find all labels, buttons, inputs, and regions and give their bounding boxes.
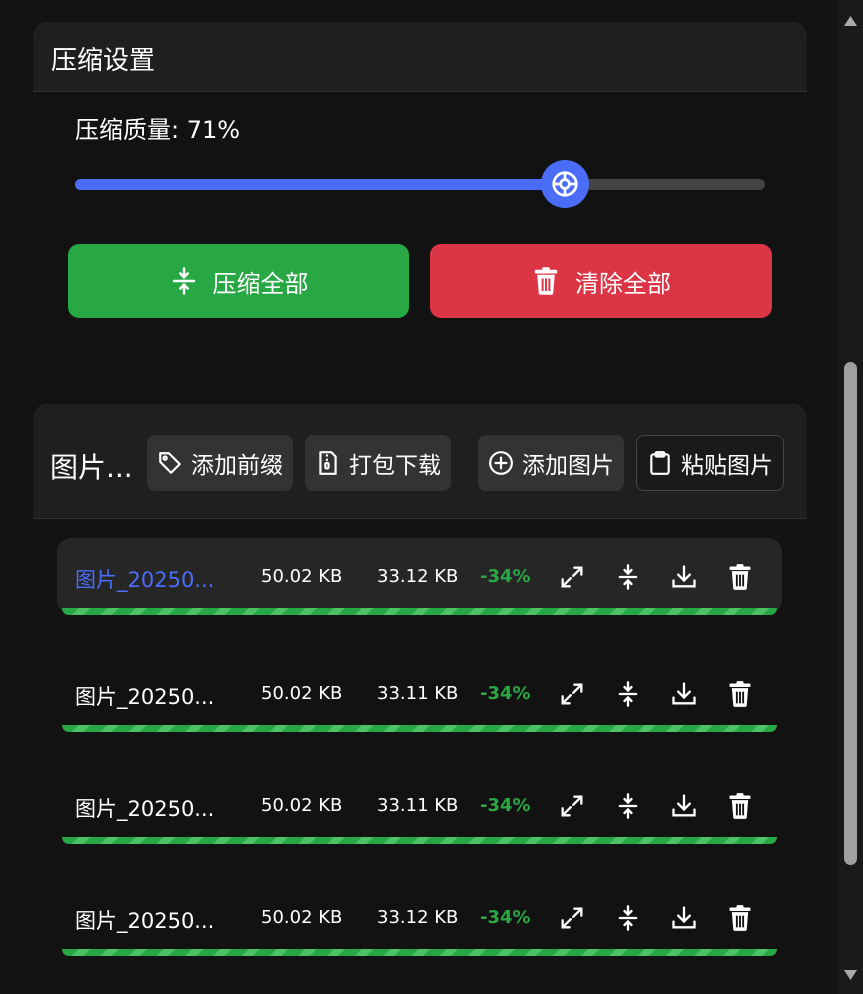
clipboard-icon (650, 451, 670, 475)
compress-button[interactable] (613, 903, 643, 933)
download-icon (672, 794, 696, 817)
expand-icon (561, 566, 583, 588)
app-frame: 压缩设置 压缩质量: 71% 压缩全部 清除全部 图片... 添加前缀 打包下载… (0, 0, 838, 994)
expand-icon (561, 683, 583, 705)
download-button[interactable] (669, 903, 699, 933)
quality-label: 压缩质量: 71% (75, 116, 241, 144)
compress-all-label: 压缩全部 (212, 269, 309, 298)
trash-button[interactable] (725, 679, 755, 709)
compressed-size: 33.11 KB (377, 795, 459, 816)
download-icon (672, 682, 696, 705)
compressed-size: 33.12 KB (377, 566, 459, 587)
size-change-percent: -34% (480, 566, 531, 587)
download-button[interactable] (669, 562, 699, 592)
quality-slider-fill (75, 179, 565, 190)
compress-button[interactable] (613, 679, 643, 709)
row-progress-bar (62, 608, 777, 615)
lifebuoy-icon (552, 171, 578, 197)
size-change-percent: -34% (480, 683, 531, 704)
clear-all-label: 清除全部 (575, 269, 671, 298)
scroll-up-arrow-icon[interactable] (843, 14, 858, 28)
trash-icon (729, 681, 751, 707)
image-name[interactable]: 图片_20250... (75, 793, 214, 823)
expand-button[interactable] (557, 903, 587, 933)
trash-button[interactable] (725, 791, 755, 821)
zip-download-label: 打包下载 (349, 453, 441, 479)
trash-icon (729, 793, 751, 819)
size-change-percent: -34% (480, 907, 531, 928)
add-image-button[interactable]: 添加图片 (478, 435, 624, 491)
row-progress-bar (62, 725, 777, 732)
trash-icon (729, 905, 751, 931)
quality-slider-thumb[interactable] (540, 160, 589, 208)
scrollbar-thumb[interactable] (844, 362, 857, 865)
paste-image-button[interactable]: 粘贴图片 (636, 435, 784, 491)
settings-title: 压缩设置 (51, 46, 156, 76)
expand-button[interactable] (557, 562, 587, 592)
image-list-header: 图片... 添加前缀 打包下载 添加图片 粘贴图片 (33, 404, 807, 519)
add-prefix-button[interactable]: 添加前缀 (147, 435, 293, 491)
size-change-percent: -34% (480, 795, 531, 816)
scrollbar[interactable] (838, 0, 863, 994)
compressed-size: 33.11 KB (377, 683, 459, 704)
compressed-size: 33.12 KB (377, 907, 459, 928)
download-icon (672, 565, 696, 588)
image-list-title: 图片... (50, 451, 133, 484)
add-image-label: 添加图片 (522, 453, 614, 479)
compress-icon (618, 793, 638, 819)
add-prefix-label: 添加前缀 (191, 453, 283, 479)
image-row[interactable]: 图片_20250... 50.02 KB 33.12 KB -34% (57, 879, 782, 956)
image-row[interactable]: 图片_20250... 50.02 KB 33.11 KB -34% (57, 655, 782, 732)
expand-button[interactable] (557, 791, 587, 821)
plus-circle-icon (489, 451, 513, 475)
image-name[interactable]: 图片_20250... (75, 564, 214, 594)
compress-icon (618, 564, 638, 590)
expand-icon (561, 907, 583, 929)
image-row[interactable]: 图片_20250... 50.02 KB 33.11 KB -34% (57, 767, 782, 844)
original-size: 50.02 KB (261, 795, 343, 816)
image-name[interactable]: 图片_20250... (75, 905, 214, 935)
trash-button[interactable] (725, 903, 755, 933)
scroll-down-arrow-icon[interactable] (843, 968, 858, 982)
download-button[interactable] (669, 679, 699, 709)
expand-icon (561, 795, 583, 817)
settings-panel-header: 压缩设置 (33, 22, 807, 92)
tag-icon (159, 452, 181, 474)
compress-icon (618, 681, 638, 707)
image-name[interactable]: 图片_20250... (75, 681, 214, 711)
trash-icon (534, 267, 558, 295)
original-size: 50.02 KB (261, 683, 343, 704)
zip-download-button[interactable]: 打包下载 (305, 435, 451, 491)
compress-icon (172, 267, 195, 295)
quality-slider[interactable] (75, 160, 765, 208)
trash-icon (729, 564, 751, 590)
zip-file-icon (319, 451, 337, 475)
paste-image-label: 粘贴图片 (681, 453, 773, 479)
download-button[interactable] (669, 791, 699, 821)
expand-button[interactable] (557, 679, 587, 709)
row-progress-bar (62, 837, 777, 844)
original-size: 50.02 KB (261, 907, 343, 928)
compress-icon (618, 905, 638, 931)
download-icon (672, 906, 696, 929)
image-row[interactable]: 图片_20250... 50.02 KB 33.12 KB -34% (57, 538, 782, 615)
compress-button[interactable] (613, 791, 643, 821)
compress-all-button[interactable]: 压缩全部 (68, 244, 409, 318)
clear-all-button[interactable]: 清除全部 (430, 244, 772, 318)
row-progress-bar (62, 949, 777, 956)
trash-button[interactable] (725, 562, 755, 592)
original-size: 50.02 KB (261, 566, 343, 587)
compress-button[interactable] (613, 562, 643, 592)
